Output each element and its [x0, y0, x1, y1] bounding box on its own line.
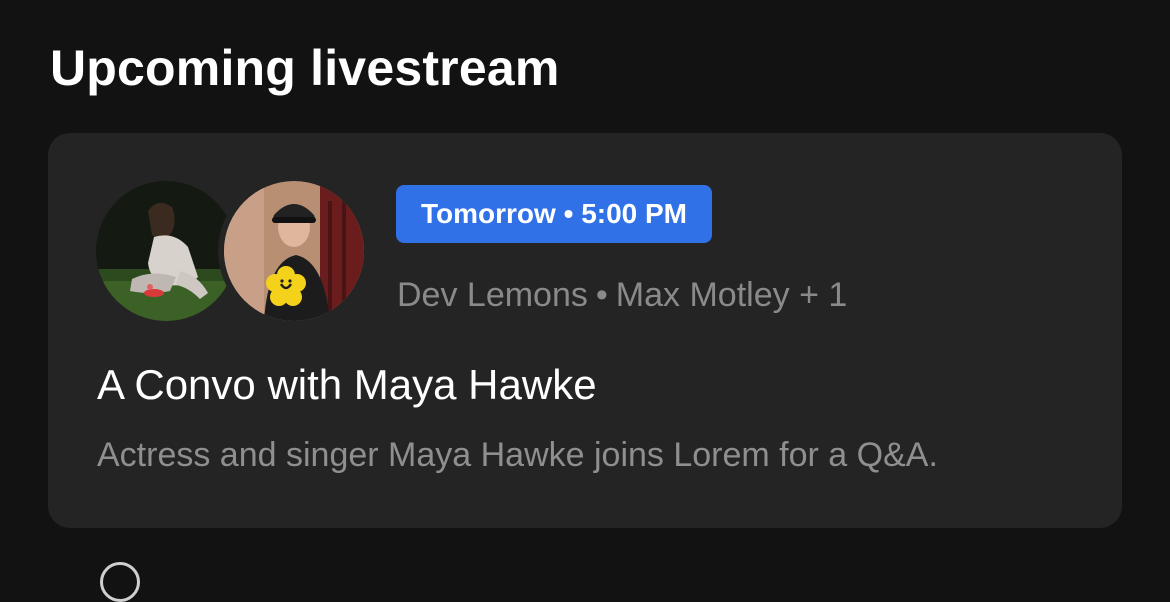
host-name-2: Max Motley: [615, 276, 790, 314]
badge-day: Tomorrow: [421, 198, 556, 229]
badge-separator: •: [563, 198, 574, 229]
schedule-badge: Tomorrow • 5:00 PM: [396, 185, 713, 243]
host-name-1: Dev Lemons: [397, 276, 588, 314]
livestream-card[interactable]: Tomorrow • 5:00 PM Dev Lemons • Max Motley…: [48, 133, 1122, 528]
next-item-icon: [100, 562, 140, 602]
host-photo-2: [224, 181, 364, 321]
host-avatar-2: [224, 181, 364, 321]
section-title: Upcoming livestream: [50, 40, 560, 96]
host-more-count: + 1: [799, 276, 848, 314]
host-names: Dev Lemons • Max Motley + 1: [397, 273, 847, 317]
event-description: Actress and singer Maya Hawke joins Lore…: [97, 436, 938, 474]
host-photo-1: [96, 181, 236, 321]
event-title: A Convo with Maya Hawke: [97, 361, 597, 408]
host-separator: •: [595, 276, 608, 314]
badge-time: 5:00 PM: [581, 198, 688, 229]
host-avatar-1: [96, 181, 236, 321]
